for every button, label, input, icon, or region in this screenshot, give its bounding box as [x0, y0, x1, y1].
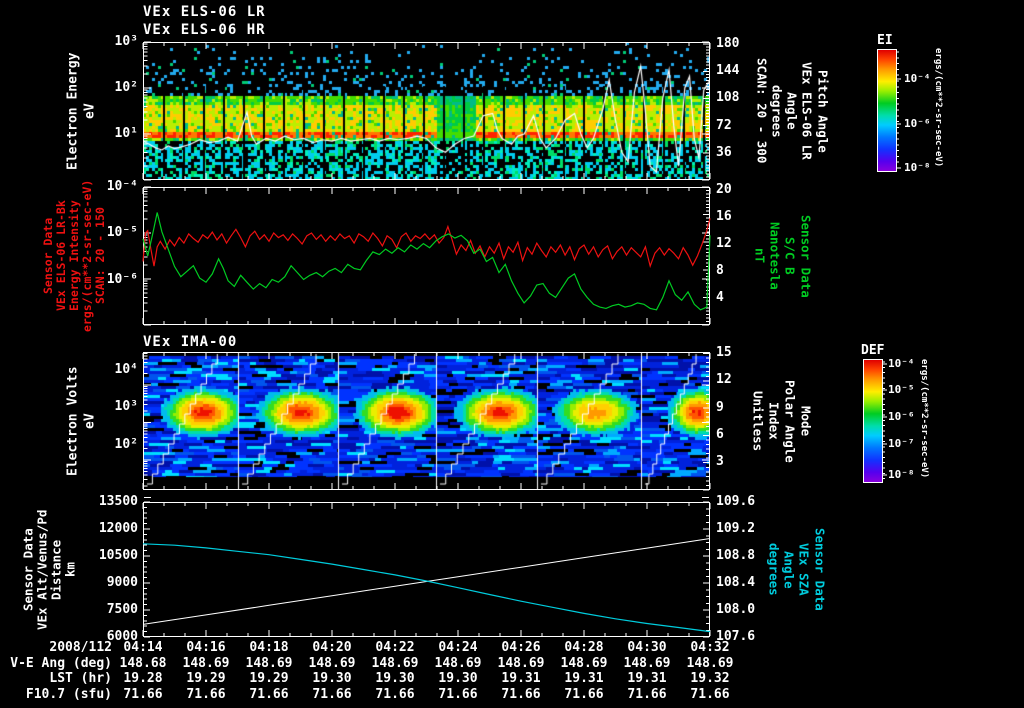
- footer-value: 19.31: [564, 671, 604, 686]
- footer-value: 148.69: [308, 656, 356, 671]
- footer-row-label: 2008/112: [49, 640, 112, 655]
- colorbar1-tick: 10⁻⁴: [904, 72, 931, 85]
- footer-value: 148.69: [686, 656, 734, 671]
- panel3-right-label: Polar Angle: [782, 379, 798, 463]
- colorbar2-tick: 10⁻⁶: [888, 410, 915, 423]
- footer-value: 148.68: [119, 656, 167, 671]
- footer-value: 71.66: [627, 687, 667, 702]
- panel3-right-label: Unitless: [750, 390, 766, 452]
- panel2-right-label: nT: [752, 248, 768, 264]
- panel3-right-label: Index: [766, 402, 782, 440]
- footer-value: 148.69: [371, 656, 419, 671]
- footer-value: 19.31: [627, 671, 667, 686]
- colorbar1-tick: 10⁻⁸: [904, 161, 931, 174]
- footer-value: 04:20: [312, 640, 352, 655]
- footer-value: 71.66: [375, 687, 415, 702]
- colorbar1: [877, 49, 897, 172]
- footer-value: 71.66: [186, 687, 226, 702]
- footer-value: 19.30: [438, 671, 478, 686]
- footer-value: 19.32: [690, 671, 730, 686]
- panel2-right-label: Nanotesla: [767, 222, 783, 290]
- panel1-right-label: VEx ELS-06 LR: [799, 62, 815, 160]
- colorbar2-tick: 10⁻⁴: [888, 357, 915, 370]
- footer-value: 71.66: [249, 687, 289, 702]
- colorbar2-tick: 10⁻⁸: [888, 468, 915, 481]
- footer-value: 148.69: [623, 656, 671, 671]
- panel4-right-label: Angle: [781, 550, 797, 589]
- footer-value: 19.28: [123, 671, 163, 686]
- footer-value: 71.66: [438, 687, 478, 702]
- panel1-right-label: degrees: [769, 84, 785, 138]
- footer-value: 71.66: [690, 687, 730, 702]
- footer-value: 04:30: [627, 640, 667, 655]
- footer-value: 19.29: [249, 671, 289, 686]
- colorbar2-title: DEF: [861, 343, 885, 358]
- colorbar2-tick: 10⁻⁷: [888, 437, 915, 450]
- footer-value: 19.30: [375, 671, 415, 686]
- panel3-left-label: Electron Volts: [65, 366, 81, 476]
- footer-value: 71.66: [501, 687, 541, 702]
- footer-value: 04:14: [123, 640, 163, 655]
- panel3-left-label: eV: [82, 413, 98, 429]
- footer-value: 148.69: [182, 656, 230, 671]
- footer-value: 04:32: [690, 640, 730, 655]
- footer-value: 19.29: [186, 671, 226, 686]
- colorbar2: [863, 359, 883, 483]
- panel4-left-label: km: [62, 561, 78, 578]
- footer-row-label: LST (hr): [49, 671, 112, 686]
- panel1-right-label: Pitch Angle: [815, 69, 831, 153]
- footer-value: 19.30: [312, 671, 352, 686]
- footer-value: 148.69: [560, 656, 608, 671]
- vex-multipanel-plot-page: VEx ELS-06 LR VEx ELS-06 HR VEx IMA-00 E…: [0, 0, 1024, 708]
- footer-value: 71.66: [123, 687, 163, 702]
- panel3-right-label: Mode: [798, 405, 814, 437]
- footer-value: 148.69: [434, 656, 482, 671]
- panel2-left-label: SCAN: 20 - 150: [93, 207, 107, 305]
- footer-value: 148.69: [245, 656, 293, 671]
- footer-value: 04:28: [564, 640, 604, 655]
- panel2-right-label: S/C B: [782, 237, 798, 275]
- footer-value: 04:16: [186, 640, 226, 655]
- panel2-right-label: Sensor Data: [798, 214, 814, 298]
- colorbar1-title: EI: [877, 33, 893, 48]
- colorbar1-tick: 10⁻⁶: [904, 117, 931, 130]
- panel1-left-label: Electron Energy: [65, 52, 81, 170]
- footer-value: 04:26: [501, 640, 541, 655]
- footer-value: 04:22: [375, 640, 415, 655]
- colorbar2-units: ergs/(cm**2-sr-sec-eV): [919, 359, 929, 479]
- footer-value: 04:24: [438, 640, 478, 655]
- panel4-right-label: degrees: [766, 543, 782, 596]
- colorbar2-tick: 10⁻⁵: [888, 383, 915, 396]
- panel4-right-label: Sensor Data: [812, 528, 828, 611]
- panel1-right-label: SCAN: 20 - 300: [754, 58, 770, 164]
- footer-value: 19.31: [501, 671, 541, 686]
- footer-row-label: V-E Ang (deg): [10, 656, 112, 671]
- panel1-left-label: eV: [82, 103, 98, 119]
- footer-value: 71.66: [564, 687, 604, 702]
- footer-row-label: F10.7 (sfu): [25, 687, 112, 702]
- footer-value: 148.69: [497, 656, 545, 671]
- panel1-right-label: Angle: [784, 92, 800, 130]
- panel4-right-label: VEx SZA: [796, 543, 812, 596]
- footer-value: 71.66: [312, 687, 352, 702]
- colorbar1-units: ergs/(cm**2-sr-sec-eV): [933, 48, 943, 168]
- footer-value: 04:18: [249, 640, 289, 655]
